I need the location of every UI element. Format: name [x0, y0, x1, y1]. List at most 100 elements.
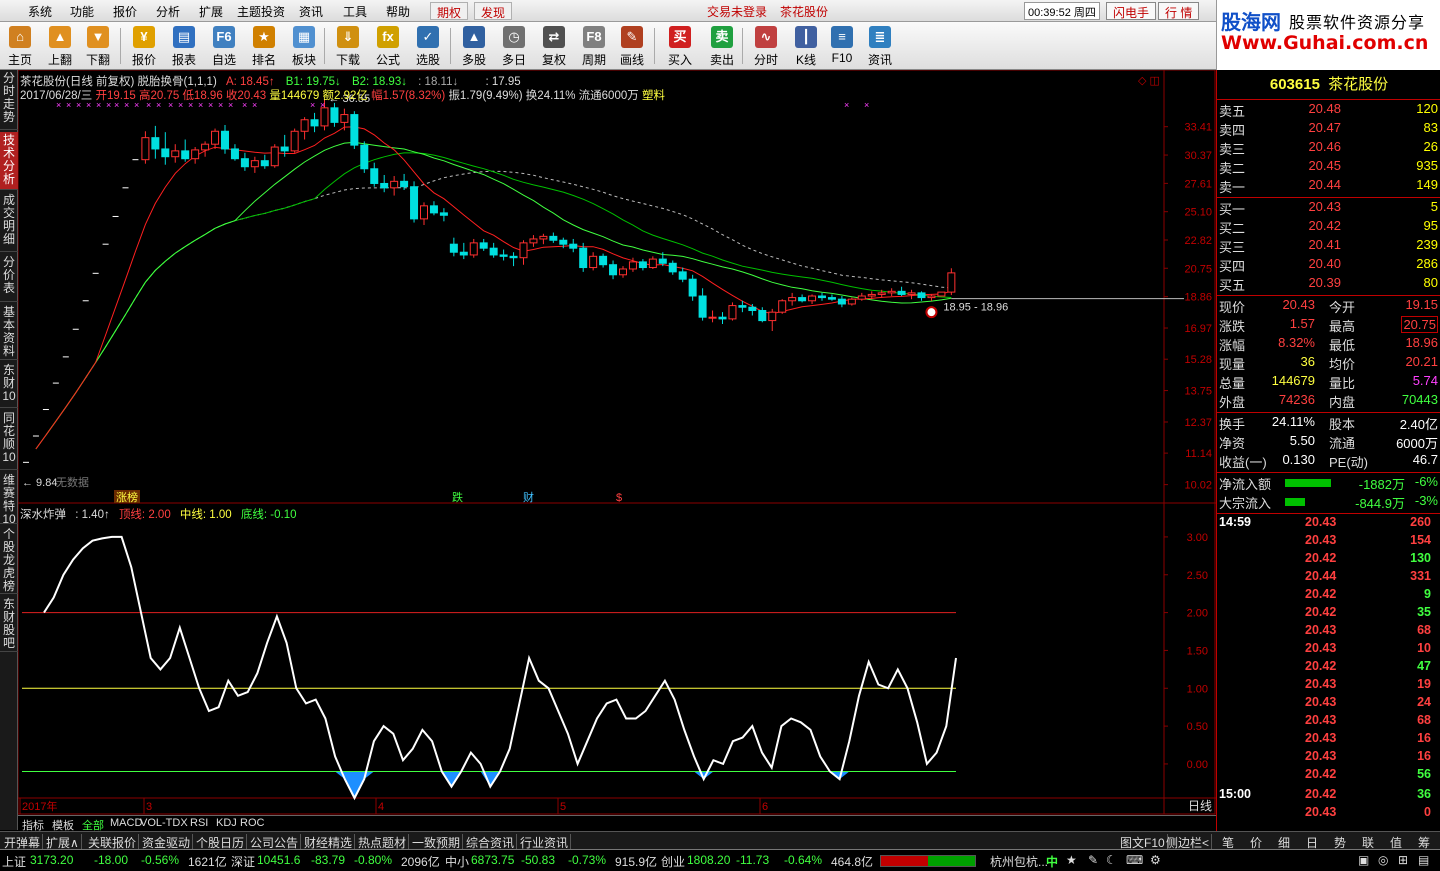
- indicator-tab-4[interactable]: VOL-TDX: [140, 817, 188, 829]
- candle[interactable]: [489, 247, 498, 256]
- login-status[interactable]: 交易未登录: [707, 3, 767, 20]
- candle[interactable]: [459, 251, 468, 256]
- menu-help[interactable]: 帮助: [386, 3, 410, 20]
- left-tab-6[interactable]: 同花顺10: [0, 410, 18, 470]
- menu-tools[interactable]: 工具: [343, 3, 367, 20]
- candle[interactable]: [549, 235, 558, 241]
- candle[interactable]: [648, 258, 657, 269]
- candle[interactable]: [380, 182, 389, 189]
- candle[interactable]: [260, 160, 269, 167]
- event-label[interactable]: $: [616, 492, 622, 504]
- candle[interactable]: [499, 254, 508, 257]
- candle[interactable]: [609, 264, 618, 276]
- toolbar-sector-button[interactable]: ▦ 板块: [284, 24, 324, 68]
- candle[interactable]: [818, 295, 826, 299]
- candle[interactable]: [340, 114, 349, 123]
- candle[interactable]: [628, 261, 637, 270]
- candle[interactable]: [270, 146, 279, 167]
- toolbar-arrow-up-button[interactable]: ▲ 上翻: [40, 24, 80, 68]
- candle[interactable]: [917, 292, 926, 299]
- left-tab-0[interactable]: 分时走势: [0, 70, 18, 130]
- candle[interactable]: [798, 297, 807, 302]
- candle[interactable]: [479, 242, 488, 249]
- toolbar-period-button[interactable]: F8 周期: [574, 24, 614, 68]
- menu-extend[interactable]: 扩展: [199, 3, 223, 20]
- toolbar-arrow-down-button[interactable]: ▼ 下翻: [78, 24, 118, 68]
- event-label[interactable]: 财: [523, 490, 534, 504]
- candle[interactable]: [230, 148, 239, 160]
- left-tab-9[interactable]: 东财股吧: [0, 596, 18, 652]
- toolbar-formula-button[interactable]: fx 公式: [368, 24, 408, 68]
- sh-index-label[interactable]: 上证: [2, 853, 26, 870]
- marker-icon[interactable]: [925, 306, 938, 319]
- candle[interactable]: [658, 258, 667, 264]
- ask-row[interactable]: 卖五 20.48 120: [1217, 101, 1440, 120]
- flash-trade-button[interactable]: 闪电手: [1106, 2, 1157, 20]
- menu-discover-tab[interactable]: 发现: [474, 2, 513, 20]
- candle[interactable]: [151, 137, 160, 150]
- candle[interactable]: [847, 298, 856, 305]
- toolbar-home-button[interactable]: ⌂ 主页: [0, 24, 40, 68]
- menu-theme[interactable]: 主题投资: [237, 3, 285, 20]
- candle[interactable]: [439, 212, 448, 216]
- sz-index-label[interactable]: 深证: [231, 853, 255, 870]
- left-tab-2[interactable]: 成交明细: [0, 192, 18, 252]
- chart-corner-mark[interactable]: ◇ ◫: [1138, 75, 1160, 87]
- toolbar-report-button[interactable]: ▤ 报表: [164, 24, 204, 68]
- toolbar-multi-stock-button[interactable]: ▲ 多股: [454, 24, 494, 68]
- candle[interactable]: [708, 316, 717, 319]
- candle[interactable]: [569, 243, 578, 249]
- candle[interactable]: [867, 293, 876, 297]
- candle[interactable]: [539, 235, 548, 240]
- candle[interactable]: [360, 144, 369, 170]
- candle[interactable]: [171, 150, 180, 158]
- input-method-icon[interactable]: 中: [1046, 853, 1058, 870]
- candle[interactable]: [579, 247, 588, 269]
- toolbar-sell-button[interactable]: 卖卖出: [702, 24, 742, 68]
- bid-row[interactable]: 买一 20.43 5: [1217, 199, 1440, 218]
- candle[interactable]: [748, 306, 757, 312]
- candle[interactable]: [250, 160, 259, 168]
- indicator-tab-5[interactable]: RSI: [190, 817, 208, 829]
- menu-system[interactable]: 系统: [28, 3, 52, 20]
- event-label[interactable]: 跌: [452, 490, 463, 504]
- kline-chart[interactable]: ◇ ◫ 33.41 30.37 27.61 25.10 22.82 20.75 18.86 16…: [18, 70, 1216, 815]
- candle[interactable]: [280, 146, 289, 152]
- candle[interactable]: [290, 130, 299, 152]
- toolbar-yen-button[interactable]: ¥ 报价: [124, 24, 164, 68]
- left-tab-7[interactable]: 维赛特10: [0, 472, 18, 526]
- candle[interactable]: [181, 150, 190, 160]
- toolbar-f6-button[interactable]: F6 自选: [204, 24, 244, 68]
- left-tab-3[interactable]: 分价表: [0, 254, 18, 302]
- pen-icon[interactable]: ✎: [1088, 853, 1098, 867]
- moon-icon[interactable]: ☾: [1106, 853, 1117, 867]
- candle[interactable]: [211, 130, 220, 145]
- menu-analysis[interactable]: 分析: [156, 3, 180, 20]
- candle[interactable]: [161, 148, 170, 158]
- candle[interactable]: [907, 292, 916, 295]
- candle[interactable]: [370, 168, 379, 184]
- candle[interactable]: [788, 297, 797, 302]
- toolbar-download-button[interactable]: ⇓ 下载: [328, 24, 368, 68]
- candle[interactable]: [887, 290, 896, 294]
- candle[interactable]: [449, 243, 458, 253]
- toolbar-buy-button[interactable]: 买买入: [660, 24, 700, 68]
- menu-options-tab[interactable]: 期权: [430, 2, 469, 20]
- candle[interactable]: [638, 261, 647, 269]
- candle[interactable]: [400, 180, 409, 188]
- candle[interactable]: [320, 107, 329, 127]
- toolbar-timeshare-button[interactable]: ∿ 分时: [746, 24, 786, 68]
- candle[interactable]: [529, 238, 538, 244]
- candle[interactable]: [718, 316, 727, 320]
- candle[interactable]: [927, 295, 936, 299]
- chart-area[interactable]: ◇ ◫ 33.41 30.37 27.61 25.10 22.82 20.75 18.86 16…: [18, 70, 1216, 830]
- flow-row[interactable]: 大宗流入 -844.9万 -3%: [1217, 493, 1440, 512]
- candle[interactable]: [310, 119, 319, 127]
- menu-news[interactable]: 资讯: [299, 3, 323, 20]
- candle[interactable]: [678, 271, 687, 280]
- candle[interactable]: [330, 107, 339, 123]
- event-label[interactable]: 涨榜: [116, 490, 138, 504]
- indicator-tab-3[interactable]: MACD: [110, 817, 142, 829]
- keyboard-icon[interactable]: ⌨: [1126, 853, 1143, 867]
- candle[interactable]: [141, 137, 150, 161]
